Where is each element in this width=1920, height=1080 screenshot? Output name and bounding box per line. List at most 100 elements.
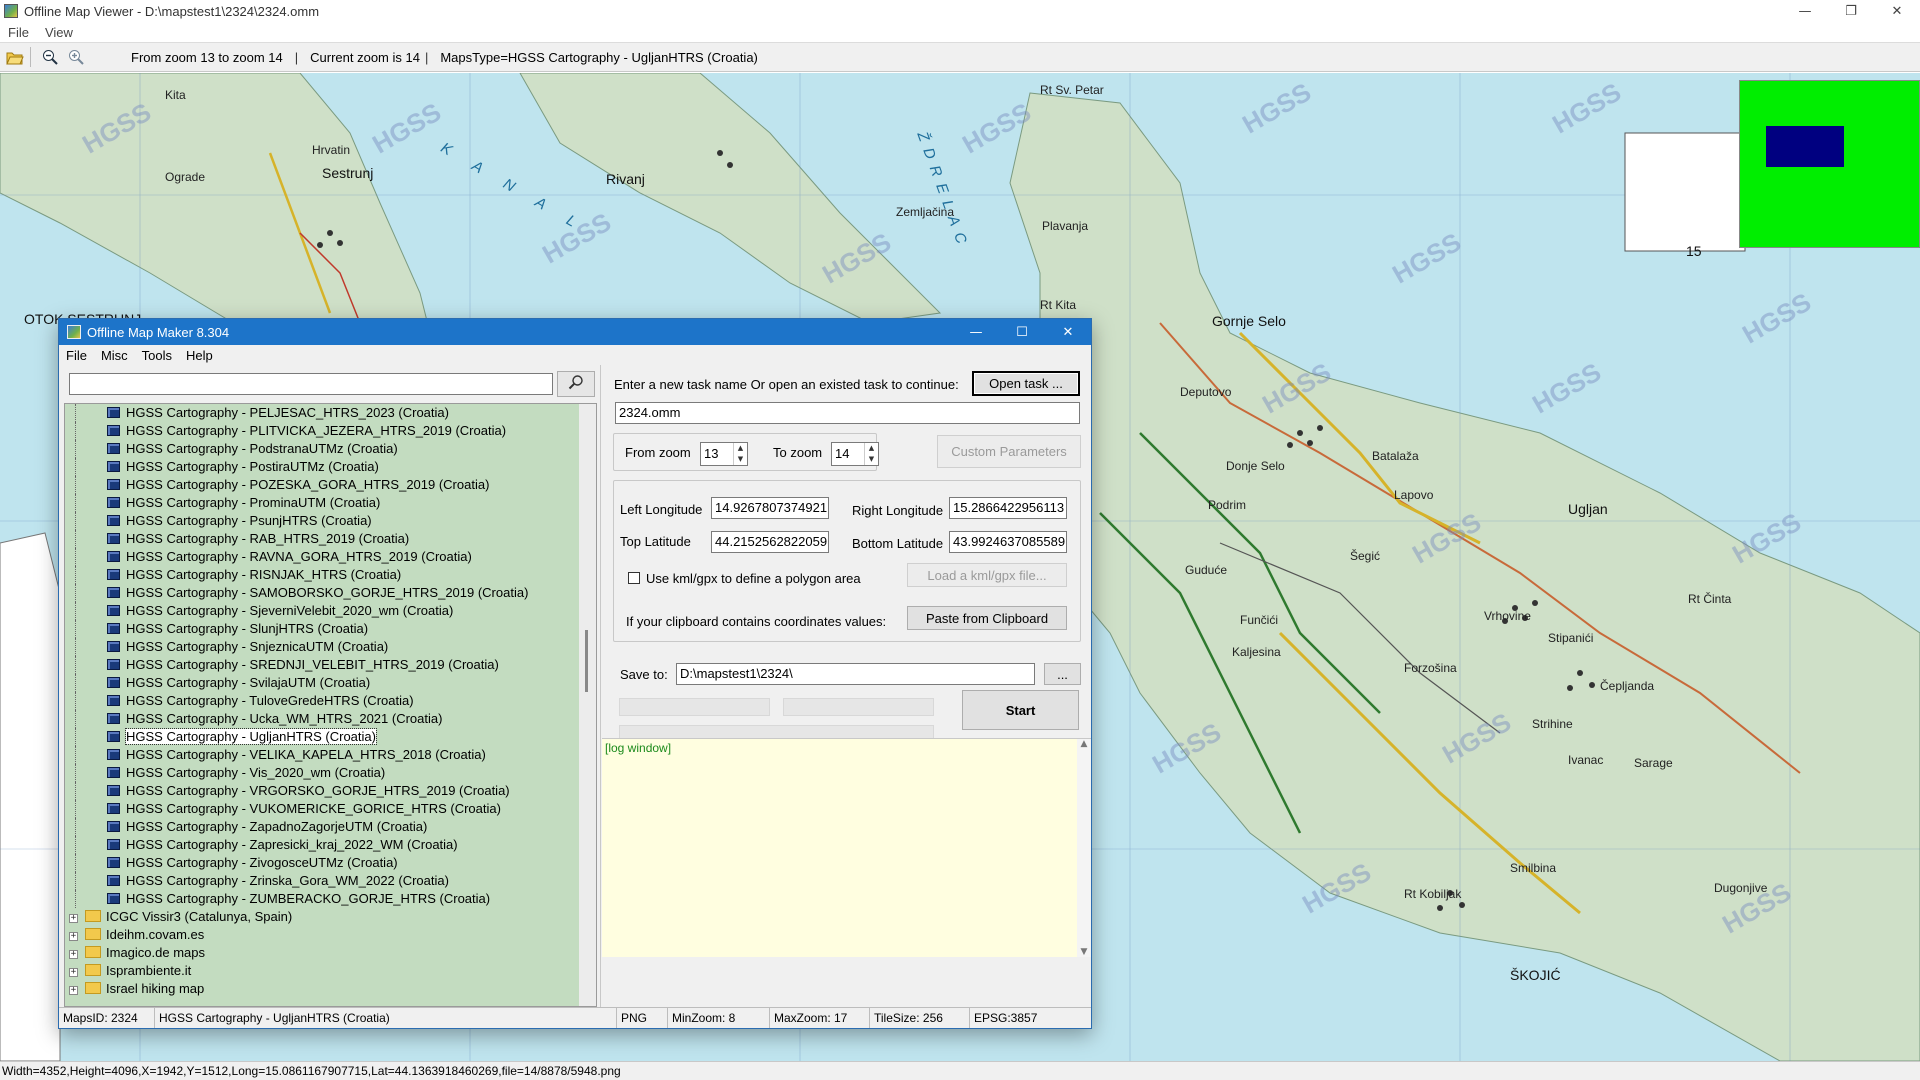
start-button[interactable]: Start xyxy=(962,690,1079,730)
tree-folder[interactable]: + ICGC Vissir3 (Catalunya, Spain) xyxy=(65,908,596,926)
spin-arrows[interactable]: ▲ ▼ xyxy=(733,443,747,465)
task-name-field[interactable]: 2324.omm xyxy=(615,402,1080,424)
bottom-latitude-field[interactable]: 43.9924637085589 xyxy=(949,531,1067,553)
zoom-in-icon[interactable] xyxy=(65,46,87,68)
tree-item-map[interactable]: HGSS Cartography - ZUMBERACKO_GORJE_HTRS… xyxy=(65,890,596,908)
tree-connector xyxy=(75,530,76,548)
tree-item-map[interactable]: HGSS Cartography - UgljanHTRS (Croatia) xyxy=(65,728,596,746)
tree-item-map[interactable]: HGSS Cartography - PodstranaUTMz (Croati… xyxy=(65,440,596,458)
viewer-toolbar: From zoom 13 to zoom 14 | Current zoom i… xyxy=(0,42,1920,72)
tree-item-map[interactable]: HGSS Cartography - SnjeznicaUTM (Croatia… xyxy=(65,638,596,656)
load-kml-button[interactable]: Load a kml/gpx file... xyxy=(907,563,1067,587)
tree-item-map[interactable]: HGSS Cartography - SjeverniVelebit_2020_… xyxy=(65,602,596,620)
status-max-zoom: MaxZoom: 17 xyxy=(770,1008,870,1028)
map-label: Forzošina xyxy=(1404,661,1457,675)
search-button[interactable] xyxy=(557,371,595,397)
tree-item-map[interactable]: HGSS Cartography - RAB_HTRS_2019 (Croati… xyxy=(65,530,596,548)
to-zoom-stepper[interactable]: 14 ▲ ▼ xyxy=(831,442,879,466)
minimize-icon[interactable]: — xyxy=(953,319,999,345)
left-longitude-field[interactable]: 14.9267807374921 xyxy=(711,497,829,519)
save-to-field[interactable]: D:\mapstest1\2324\ xyxy=(676,663,1035,685)
tree-folder[interactable]: + Ideihm.covam.es xyxy=(65,926,596,944)
menu-misc[interactable]: Misc xyxy=(94,348,135,363)
right-longitude-field[interactable]: 15.2866422956113 xyxy=(949,497,1067,519)
tree-item-map[interactable]: HGSS Cartography - RAVNA_GORA_HTRS_2019 … xyxy=(65,548,596,566)
browse-button[interactable]: ... xyxy=(1044,663,1081,685)
log-scrollbar[interactable]: ▲ ▼ xyxy=(1077,739,1091,957)
tree-item-label: HGSS Cartography - SAMOBORSKO_GORJE_HTRS… xyxy=(126,585,529,600)
expand-icon[interactable]: + xyxy=(69,932,78,941)
tree-folder[interactable]: + Imagico.de maps xyxy=(65,944,596,962)
map-node-icon xyxy=(107,641,120,652)
menu-file[interactable]: File xyxy=(0,25,37,40)
tree-item-map[interactable]: HGSS Cartography - ZivogosceUTMz (Croati… xyxy=(65,854,596,872)
scrollbar-thumb[interactable] xyxy=(585,630,588,692)
tree-item-map[interactable]: HGSS Cartography - TuloveGredeHTRS (Croa… xyxy=(65,692,596,710)
log-window[interactable]: [log window] ▲ ▼ xyxy=(602,738,1091,957)
tree-item-map[interactable]: HGSS Cartography - SlunjHTRS (Croatia) xyxy=(65,620,596,638)
chevron-up-icon[interactable]: ▲ xyxy=(1077,739,1091,749)
tree-item-map[interactable]: HGSS Cartography - Zapresicki_kraj_2022_… xyxy=(65,836,596,854)
from-zoom-stepper[interactable]: 13 ▲ ▼ xyxy=(700,442,748,466)
tree-item-map[interactable]: HGSS Cartography - PELJESAC_HTRS_2023 (C… xyxy=(65,404,596,422)
zoom-out-icon[interactable] xyxy=(39,46,61,68)
tree-item-map[interactable]: HGSS Cartography - ProminaUTM (Croatia) xyxy=(65,494,596,512)
folder-open-icon[interactable] xyxy=(4,46,26,68)
tree-item-map[interactable]: HGSS Cartography - SvilajaUTM (Croatia) xyxy=(65,674,596,692)
tree-item-map[interactable]: HGSS Cartography - VRGORSKO_GORJE_HTRS_2… xyxy=(65,782,596,800)
menu-tools[interactable]: Tools xyxy=(135,348,179,363)
restore-icon[interactable]: ❐ xyxy=(1828,0,1874,22)
close-icon[interactable]: ✕ xyxy=(1874,0,1920,22)
map-node-icon xyxy=(107,425,120,436)
tree-folder[interactable]: + Israel hiking map xyxy=(65,980,596,998)
maximize-icon[interactable]: ☐ xyxy=(999,319,1045,345)
chevron-down-icon[interactable]: ▼ xyxy=(1077,947,1091,957)
tree-item-map[interactable]: HGSS Cartography - Ucka_WM_HTRS_2021 (Cr… xyxy=(65,710,596,728)
tree-item-map[interactable]: HGSS Cartography - SAMOBORSKO_GORJE_HTRS… xyxy=(65,584,596,602)
spin-arrows[interactable]: ▲ ▼ xyxy=(864,443,878,465)
map-search-input[interactable] xyxy=(69,373,553,395)
tree-item-map[interactable]: HGSS Cartography - PostiraUTMz (Croatia) xyxy=(65,458,596,476)
expand-icon[interactable]: + xyxy=(69,986,78,995)
close-icon[interactable]: ✕ xyxy=(1045,319,1091,345)
menu-file[interactable]: File xyxy=(59,348,94,363)
tree-scrollbar[interactable] xyxy=(579,404,596,1006)
expand-icon[interactable]: + xyxy=(69,950,78,959)
tree-item-map[interactable]: HGSS Cartography - Vis_2020_wm (Croatia) xyxy=(65,764,596,782)
chevron-down-icon[interactable]: ▼ xyxy=(734,454,747,465)
viewer-menubar: File View xyxy=(0,22,1920,42)
map-label: Ivanac xyxy=(1568,753,1604,767)
tree-item-map[interactable]: HGSS Cartography - SREDNJI_VELEBIT_HTRS_… xyxy=(65,656,596,674)
search-icon xyxy=(568,374,584,394)
map-label-town: Rivanj xyxy=(606,171,645,187)
tree-item-map[interactable]: HGSS Cartography - VUKOMERICKE_GORICE_HT… xyxy=(65,800,596,818)
menu-help[interactable]: Help xyxy=(179,348,220,363)
map-source-tree[interactable]: HGSS Cartography - PELJESAC_HTRS_2023 (C… xyxy=(64,403,597,1007)
right-longitude-label: Right Longitude xyxy=(852,503,944,518)
tree-item-map[interactable]: HGSS Cartography - RISNJAK_HTRS (Croatia… xyxy=(65,566,596,584)
minimize-icon[interactable]: — xyxy=(1782,0,1828,22)
custom-parameters-button[interactable]: Custom Parameters xyxy=(937,435,1081,468)
tree-item-map[interactable]: HGSS Cartography - ZapadnoZagorjeUTM (Cr… xyxy=(65,818,596,836)
map-label: Strihine xyxy=(1532,717,1573,731)
tree-item-map[interactable]: HGSS Cartography - VELIKA_KAPELA_HTRS_20… xyxy=(65,746,596,764)
menu-view[interactable]: View xyxy=(37,25,81,40)
tree-item-map[interactable]: HGSS Cartography - Zrinska_Gora_WM_2022 … xyxy=(65,872,596,890)
expand-icon[interactable]: + xyxy=(69,914,78,923)
tree-item-map[interactable]: HGSS Cartography - POZESKA_GORA_HTRS_201… xyxy=(65,476,596,494)
tree-item-label: HGSS Cartography - PELJESAC_HTRS_2023 (C… xyxy=(126,405,449,420)
open-task-button[interactable]: Open task ... xyxy=(972,371,1080,396)
tree-folder[interactable]: + Isprambiente.it xyxy=(65,962,596,980)
chevron-up-icon[interactable]: ▲ xyxy=(734,443,747,454)
expand-icon[interactable]: + xyxy=(69,968,78,977)
chevron-down-icon[interactable]: ▼ xyxy=(865,454,878,465)
map-node-icon xyxy=(107,857,120,868)
overview-minimap[interactable] xyxy=(1739,80,1920,248)
use-kml-checkbox[interactable] xyxy=(628,572,640,584)
chevron-up-icon[interactable]: ▲ xyxy=(865,443,878,454)
top-latitude-field[interactable]: 44.2152562822059 xyxy=(711,531,829,553)
paste-clipboard-button[interactable]: Paste from Clipboard xyxy=(907,606,1067,630)
tree-item-map[interactable]: HGSS Cartography - PsunjHTRS (Croatia) xyxy=(65,512,596,530)
minimap-viewport[interactable] xyxy=(1766,126,1844,167)
tree-item-map[interactable]: HGSS Cartography - PLITVICKA_JEZERA_HTRS… xyxy=(65,422,596,440)
